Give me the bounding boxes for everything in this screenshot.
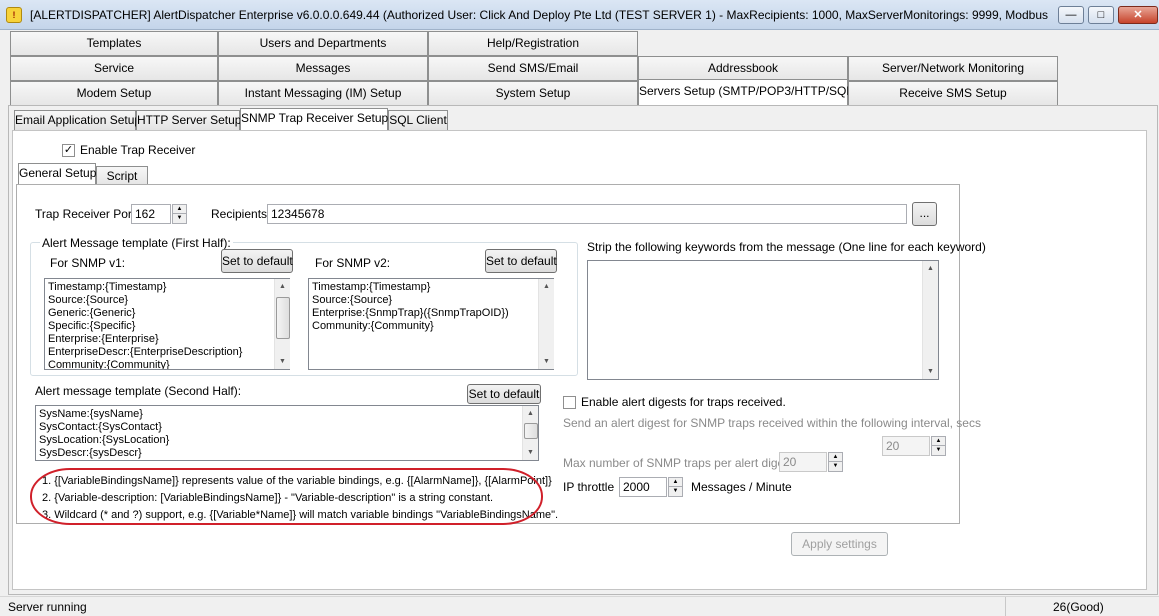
second-half-scrollbar[interactable]: ▲ ▼	[522, 406, 538, 460]
subtab-email-application[interactable]: Email Application Setup	[14, 110, 141, 130]
enable-trap-checkbox[interactable]: ✓	[62, 144, 75, 157]
subtab-http-server[interactable]: HTTP Server Setup	[136, 110, 241, 130]
spin-down-icon[interactable]: ▼	[173, 214, 186, 223]
app-alert-icon: !	[6, 7, 22, 23]
scroll-down-icon[interactable]: ▼	[923, 364, 938, 379]
enable-digest-checkbox[interactable]	[563, 396, 576, 409]
title-bar: ! [ALERTDISPATCHER] AlertDispatcher Ente…	[0, 0, 1159, 30]
second-half-label: Alert message template (Second Half):	[35, 384, 242, 398]
tab-templates[interactable]: Templates	[10, 31, 218, 56]
v2-set-default-button[interactable]: Set to default	[485, 249, 557, 273]
tab-modem-setup[interactable]: Modem Setup	[10, 81, 218, 106]
scroll-up-icon[interactable]: ▲	[923, 261, 938, 276]
ip-throttle-unit: Messages / Minute	[691, 480, 792, 494]
status-health: 26(Good)	[1053, 600, 1104, 614]
digest-interval-label: Send an alert digest for SNMP traps rece…	[563, 416, 981, 430]
strip-keywords-textarea[interactable]	[587, 260, 939, 380]
tab-messages[interactable]: Messages	[218, 56, 428, 81]
ip-throttle-spinner[interactable]: ▲ ▼	[668, 477, 683, 497]
spin-up-icon[interactable]: ▲	[173, 205, 186, 214]
digest-interval-input[interactable]: 20	[882, 436, 930, 456]
tab-receive-sms-setup[interactable]: Receive SMS Setup	[848, 81, 1058, 106]
scroll-up-icon[interactable]: ▲	[275, 279, 290, 294]
scroll-up-icon[interactable]: ▲	[523, 406, 538, 421]
port-spinner[interactable]: ▲ ▼	[172, 204, 187, 224]
tab-users-departments[interactable]: Users and Departments	[218, 31, 428, 56]
tab-service[interactable]: Service	[10, 56, 218, 81]
scroll-down-icon[interactable]: ▼	[523, 445, 538, 460]
tab-server-network-monitoring[interactable]: Server/Network Monitoring	[848, 56, 1058, 81]
annotation-highlight-oval	[30, 468, 543, 525]
digest-interval-spinner[interactable]: ▲ ▼	[931, 436, 946, 456]
apply-settings-button[interactable]: Apply settings	[791, 532, 888, 556]
scroll-up-icon[interactable]: ▲	[539, 279, 554, 294]
spin-down-icon[interactable]: ▼	[669, 487, 682, 496]
strip-keywords-label: Strip the following keywords from the me…	[587, 240, 986, 254]
digest-max-label: Max number of SNMP traps per alert diges…	[563, 456, 794, 470]
ip-throttle-label: IP throttle	[563, 480, 615, 494]
status-bar: Server running 26(Good)	[0, 596, 1159, 616]
port-input[interactable]: 162	[131, 204, 171, 224]
v1-set-default-button[interactable]: Set to default	[221, 249, 293, 273]
spin-up-icon[interactable]: ▲	[669, 478, 682, 487]
tab-system-setup[interactable]: System Setup	[428, 81, 638, 106]
status-divider	[1005, 597, 1006, 616]
tab-servers-setup[interactable]: Servers Setup (SMTP/POP3/HTTP/SQL)	[638, 79, 857, 106]
v2-scrollbar[interactable]: ▲ ▼	[538, 279, 554, 369]
scroll-down-icon[interactable]: ▼	[275, 354, 290, 369]
snmp-v2-label: For SNMP v2:	[315, 256, 391, 270]
digest-max-spinner[interactable]: ▲ ▼	[828, 452, 843, 472]
minimize-button[interactable]: —	[1058, 6, 1084, 24]
spin-down-icon[interactable]: ▼	[829, 462, 842, 471]
tab-im-setup[interactable]: Instant Messaging (IM) Setup	[218, 81, 428, 106]
ip-throttle-input[interactable]: 2000	[619, 477, 667, 497]
window-title: [ALERTDISPATCHER] AlertDispatcher Enterp…	[30, 8, 1050, 22]
scroll-thumb[interactable]	[276, 297, 290, 339]
tab-general-setup[interactable]: General Setup	[18, 163, 96, 185]
spin-up-icon[interactable]: ▲	[829, 453, 842, 462]
scroll-down-icon[interactable]: ▼	[539, 354, 554, 369]
recipients-input[interactable]: 12345678	[267, 204, 907, 224]
first-half-legend: Alert Message template (First Half):	[40, 236, 233, 250]
status-text: Server running	[8, 600, 87, 614]
strip-scrollbar[interactable]: ▲ ▼	[922, 261, 938, 379]
tab-addressbook[interactable]: Addressbook	[638, 56, 848, 81]
digest-max-input[interactable]: 20	[779, 452, 827, 472]
spin-up-icon[interactable]: ▲	[932, 437, 945, 446]
subtab-sql-client[interactable]: SQL Client	[388, 110, 448, 130]
snmp-v1-label: For SNMP v1:	[50, 256, 126, 270]
second-half-textarea[interactable]: SysName:{sysName} SysContact:{SysContact…	[35, 405, 539, 461]
subtab-snmp-trap-receiver[interactable]: SNMP Trap Receiver Setup	[240, 108, 388, 130]
tab-script[interactable]: Script	[96, 166, 148, 186]
port-label: Trap Receiver Port:	[35, 207, 139, 221]
v1-template-textarea[interactable]: Timestamp:{Timestamp} Source:{Source} Ge…	[44, 278, 290, 370]
second-half-set-default-button[interactable]: Set to default	[467, 384, 541, 404]
v2-template-textarea[interactable]: Timestamp:{Timestamp} Source:{Source} En…	[308, 278, 554, 370]
maximize-button[interactable]: □	[1088, 6, 1114, 24]
spin-down-icon[interactable]: ▼	[932, 446, 945, 455]
tab-help-registration[interactable]: Help/Registration	[428, 31, 638, 56]
recipients-browse-button[interactable]: ...	[912, 202, 937, 226]
v1-scrollbar[interactable]: ▲ ▼	[274, 279, 290, 369]
scroll-thumb[interactable]	[524, 423, 538, 439]
enable-trap-label: Enable Trap Receiver	[80, 143, 196, 157]
enable-digest-label: Enable alert digests for traps received.	[581, 395, 786, 409]
recipients-label: Recipients:	[211, 207, 271, 221]
tab-send-sms-email[interactable]: Send SMS/Email	[428, 56, 638, 81]
close-button[interactable]: ✕	[1118, 6, 1158, 24]
